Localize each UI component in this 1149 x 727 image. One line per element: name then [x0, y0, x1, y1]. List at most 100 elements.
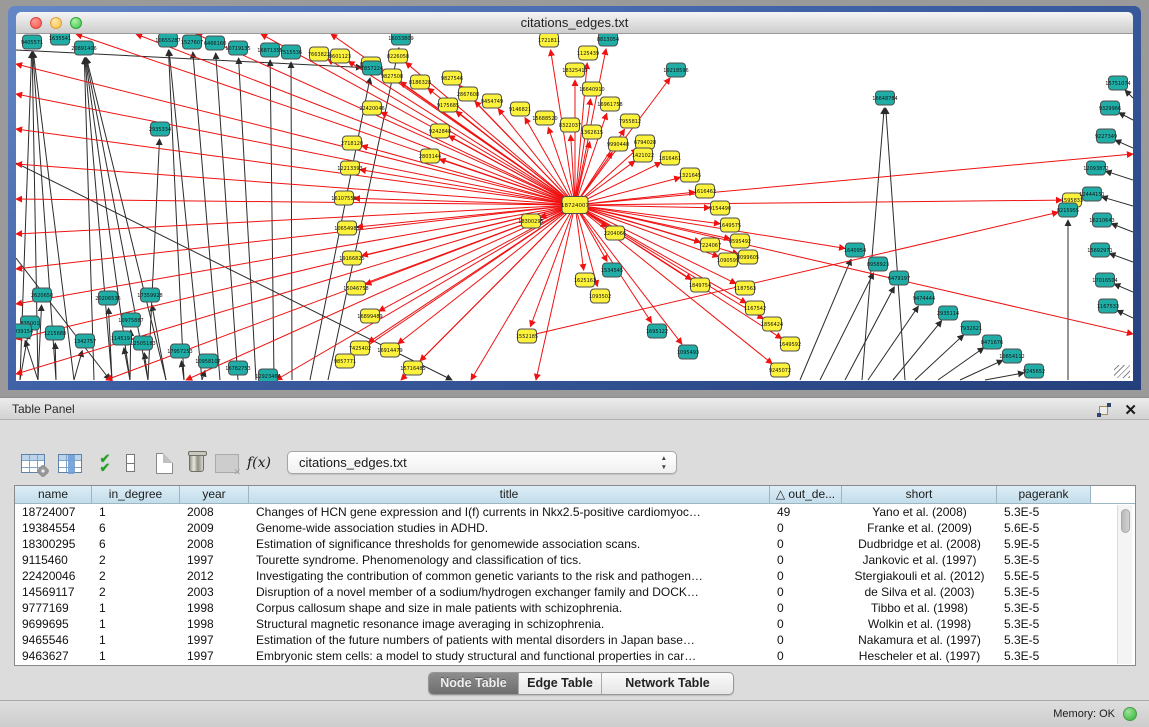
graph-node[interactable]: 9154490 — [709, 201, 731, 215]
graph-node[interactable]: 7955812 — [619, 114, 641, 128]
close-window-button[interactable] — [30, 17, 42, 29]
graph-node[interactable]: 1362615 — [581, 125, 603, 139]
select-columns-button[interactable]: ✔✔ — [92, 449, 116, 477]
graph-node[interactable]: 8471676 — [981, 335, 1003, 349]
graph-node[interactable]: 1552185 — [516, 329, 538, 343]
graph-node[interactable]: 8099605 — [737, 250, 759, 264]
graph-node[interactable]: 1534545 — [601, 263, 623, 277]
graph-node[interactable]: 15692971 — [1087, 243, 1112, 257]
graph-node[interactable]: 1649592 — [779, 337, 801, 351]
graph-node[interactable]: 2935334 — [149, 122, 171, 136]
graph-node[interactable]: 15688520 — [532, 111, 557, 125]
graph-node[interactable]: 8226058 — [387, 49, 409, 63]
graph-node[interactable]: 9146821 — [509, 102, 531, 116]
zoom-window-button[interactable] — [70, 17, 82, 29]
tab-node-table[interactable]: Node Table — [429, 673, 519, 694]
tab-network-table[interactable]: Network Table — [602, 673, 733, 694]
float-panel-icon[interactable] — [1097, 403, 1111, 417]
graph-node[interactable]: 16914479 — [377, 343, 402, 357]
graph-hub-node[interactable]: 18724007 — [561, 197, 589, 214]
column-header-in_degree[interactable]: in_degree — [92, 486, 180, 504]
create-column-button[interactable] — [151, 449, 177, 477]
graph-node[interactable]: 1421022 — [632, 148, 654, 162]
graph-node[interactable]: 1939154 — [16, 324, 33, 338]
graph-node[interactable]: 10655287 — [155, 34, 180, 47]
graph-node[interactable]: 7932621 — [960, 321, 982, 335]
column-header-title[interactable]: title — [249, 486, 770, 504]
close-panel-icon[interactable]: ✕ — [1124, 401, 1137, 419]
network-canvas[interactable]: 1872400712213393161075581065498519166825… — [16, 34, 1133, 381]
graph-node[interactable]: 12923466 — [255, 369, 280, 381]
graph-node[interactable]: 12444151 — [1079, 187, 1104, 201]
graph-node[interactable]: 10654985 — [334, 221, 359, 235]
minimize-window-button[interactable] — [50, 17, 62, 29]
graph-node[interactable]: 8595492 — [729, 234, 751, 248]
graph-node[interactable]: 7515536 — [280, 45, 302, 59]
graph-node[interactable]: 16899489 — [357, 309, 382, 323]
graph-node[interactable]: 16640910 — [579, 82, 604, 96]
graph-node[interactable]: 1167542 — [744, 301, 766, 315]
graph-node[interactable]: 8958923 — [867, 257, 889, 271]
column-header-out_de[interactable]: △ out_de... — [770, 486, 842, 504]
graph-node[interactable]: 9857771 — [334, 354, 356, 368]
graph-node[interactable]: 1167533 — [1097, 299, 1119, 313]
scrollbar-thumb[interactable] — [1121, 509, 1130, 533]
graph-node[interactable]: 1640954 — [844, 243, 866, 257]
column-header-name[interactable]: name — [15, 486, 92, 504]
graph-node[interactable]: 1721811 — [538, 34, 560, 47]
graph-node[interactable]: 20891406 — [71, 41, 96, 55]
graph-node[interactable]: 7224067 — [699, 238, 721, 252]
table-mode-button[interactable] — [18, 449, 48, 477]
graph-node[interactable]: 6466160 — [204, 36, 226, 50]
graph-node[interactable]: 1321645 — [679, 168, 701, 182]
column-header-pagerank[interactable]: pagerank — [997, 486, 1091, 504]
memory-ok-indicator[interactable] — [1123, 707, 1137, 721]
graph-node[interactable]: 9245652 — [1023, 364, 1045, 378]
graph-node[interactable]: 9175685 — [437, 98, 459, 112]
graph-node[interactable]: 6479197 — [888, 271, 910, 285]
graph-node[interactable]: 1095493 — [677, 345, 699, 359]
graph-node[interactable]: 15716485 — [400, 361, 425, 375]
table-row[interactable]: 1872400712008Changes of HCN gene express… — [15, 504, 1135, 520]
table-row[interactable]: 911546021997Tourette syndrome. Phenomeno… — [15, 552, 1135, 568]
graph-node[interactable]: 9474444 — [913, 291, 935, 305]
graph-node[interactable]: 1125439 — [577, 46, 599, 60]
graph-node[interactable]: 9405571 — [21, 35, 43, 49]
graph-node[interactable]: 1856424 — [761, 317, 783, 331]
graph-node[interactable]: 2935114 — [937, 306, 959, 320]
graph-node[interactable]: 8186328 — [409, 75, 431, 89]
graph-node[interactable]: 8454749 — [481, 94, 503, 108]
graph-node[interactable]: 1187563 — [734, 281, 756, 295]
graph-node[interactable]: 15751074 — [1105, 76, 1130, 90]
graph-node[interactable]: 12505183 — [130, 336, 155, 350]
graph-node[interactable]: 16648784 — [872, 91, 897, 105]
graph-node[interactable]: 8813054 — [597, 34, 619, 46]
column-header-year[interactable]: year — [180, 486, 249, 504]
graph-node[interactable]: 8322037 — [559, 118, 581, 132]
graph-node[interactable]: 16961758 — [597, 97, 622, 111]
graph-node[interactable]: 19166825 — [339, 251, 364, 265]
graph-node[interactable]: 10654112 — [999, 349, 1024, 363]
graph-node[interactable]: 1816461 — [659, 151, 681, 165]
graph-node[interactable]: 9227349 — [1095, 129, 1117, 143]
graph-node[interactable]: 16033809 — [388, 34, 413, 45]
graph-node[interactable]: 2204066 — [604, 226, 626, 240]
graph-node[interactable]: 8215955 — [1057, 203, 1079, 217]
graph-node[interactable]: 1635541 — [49, 34, 71, 45]
network-window-titlebar[interactable]: citations_edges.txt — [16, 12, 1133, 34]
graph-node[interactable]: 9245072 — [769, 363, 791, 377]
graph-node[interactable]: 1090599 — [717, 253, 739, 267]
graph-node[interactable]: 1342757 — [74, 334, 96, 348]
graph-node[interactable]: 18300295 — [518, 214, 543, 228]
graph-node[interactable]: 1215688 — [44, 326, 66, 340]
graph-node[interactable]: 7857224 — [361, 61, 383, 75]
graph-node[interactable]: 10958107 — [195, 354, 220, 368]
graph-node[interactable]: 2718120 — [341, 136, 363, 150]
table-row[interactable]: 1830029562008Estimation of significance … — [15, 536, 1135, 552]
function-builder-button[interactable]: f(x) — [246, 449, 272, 477]
table-row[interactable]: 2242004622012Investigating the contribut… — [15, 568, 1135, 584]
graph-node[interactable]: 1625163 — [574, 273, 596, 287]
graph-node[interactable]: 10719135 — [225, 41, 250, 55]
graph-node[interactable]: 9827508 — [381, 69, 403, 83]
graph-node[interactable]: 9990448 — [607, 137, 629, 151]
